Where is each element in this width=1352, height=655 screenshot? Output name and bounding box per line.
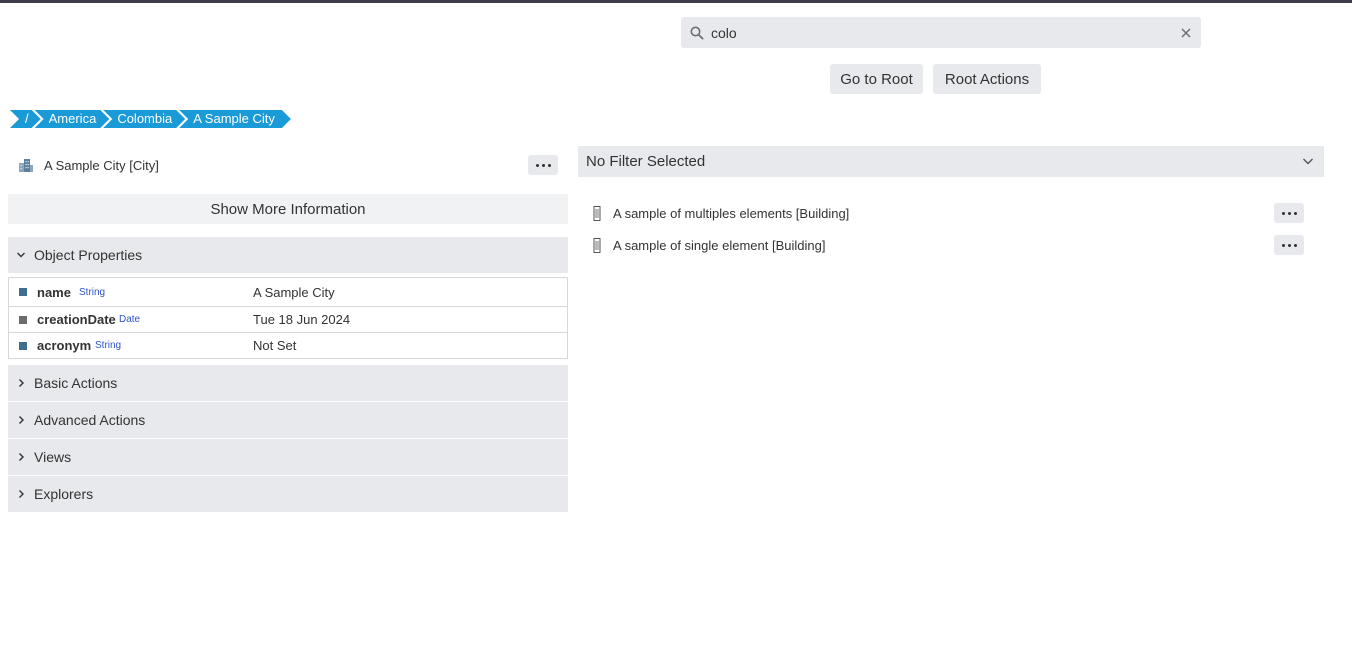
property-value[interactable]: Not Set [253, 338, 296, 353]
property-value[interactable]: A Sample City [253, 285, 335, 300]
building-icon [591, 205, 603, 221]
section-label: Object Properties [34, 247, 143, 263]
property-name: name [37, 284, 71, 300]
property-row: creationDate Date Tue 18 Jun 2024 [9, 307, 567, 333]
breadcrumb-a-sample-city[interactable]: A Sample City [179, 110, 291, 128]
breadcrumb-america[interactable]: America [35, 110, 110, 128]
search-input[interactable] [711, 17, 1171, 48]
property-marker [19, 288, 27, 296]
property-marker [19, 315, 27, 324]
chevron-down-icon [1302, 154, 1314, 171]
property-name: creationDate [37, 312, 116, 327]
building-icon [591, 237, 603, 253]
object-title: A Sample City [City] [44, 157, 159, 173]
explorers-section[interactable]: Explorers [8, 476, 568, 512]
more-icon [1281, 211, 1285, 215]
object-menu-button[interactable] [528, 155, 558, 175]
child-menu-button[interactable] [1274, 203, 1304, 223]
object-header: A Sample City [City] [8, 150, 568, 180]
more-icon [1287, 243, 1291, 247]
property-name: acronym [37, 338, 92, 353]
property-row: acronym String Not Set [9, 333, 567, 358]
property-marker [19, 341, 27, 350]
object-properties-section[interactable]: Object Properties [8, 237, 568, 273]
go-to-root-button[interactable]: Go to Root [830, 64, 923, 94]
property-type-badge: String [79, 286, 106, 298]
clear-search-icon[interactable] [1171, 17, 1201, 48]
breadcrumb-root[interactable]: / [10, 110, 41, 128]
chevron-right-icon [8, 415, 34, 425]
section-label: Basic Actions [34, 375, 118, 391]
section-label: Explorers [34, 486, 94, 502]
list-item: A sample of single element [Building] [590, 233, 1310, 257]
child-link[interactable]: A sample of single element [Building] [613, 238, 825, 253]
search-box [681, 17, 1201, 48]
chevron-down-icon [8, 250, 34, 260]
property-row: name String A Sample City [9, 278, 567, 307]
city-buildings-icon [8, 157, 44, 173]
top-bar [0, 0, 1352, 3]
filter-select[interactable]: No Filter Selected [578, 146, 1324, 177]
chevron-right-icon [8, 378, 34, 388]
section-label: Views [34, 449, 72, 465]
more-icon [1281, 243, 1285, 247]
property-type-badge: String [95, 340, 122, 351]
views-section[interactable]: Views [8, 439, 568, 475]
chevron-right-icon [8, 452, 34, 462]
list-item: A sample of multiples elements [Building… [590, 201, 1310, 225]
child-link[interactable]: A sample of multiples elements [Building… [613, 206, 849, 221]
more-icon [547, 163, 551, 167]
properties-table: name String A Sample City creationDate D… [8, 277, 568, 359]
show-more-information-button[interactable]: Show More Information [8, 194, 568, 224]
more-icon [1293, 211, 1297, 215]
search-icon [683, 17, 711, 48]
section-label: Advanced Actions [34, 412, 146, 428]
advanced-actions-section[interactable]: Advanced Actions [8, 402, 568, 438]
property-type-badge: Date [119, 314, 141, 325]
filter-label: No Filter Selected [586, 153, 706, 170]
property-value[interactable]: Tue 18 Jun 2024 [253, 312, 350, 327]
more-icon [541, 163, 545, 167]
more-icon [1293, 243, 1297, 247]
more-icon [535, 163, 539, 167]
breadcrumb-colombia[interactable]: Colombia [103, 110, 185, 128]
root-actions-button[interactable]: Root Actions [933, 64, 1041, 94]
breadcrumb: / America Colombia A Sample City [10, 110, 291, 128]
chevron-right-icon [8, 489, 34, 499]
more-icon [1287, 211, 1291, 215]
child-menu-button[interactable] [1274, 235, 1304, 255]
basic-actions-section[interactable]: Basic Actions [8, 365, 568, 401]
